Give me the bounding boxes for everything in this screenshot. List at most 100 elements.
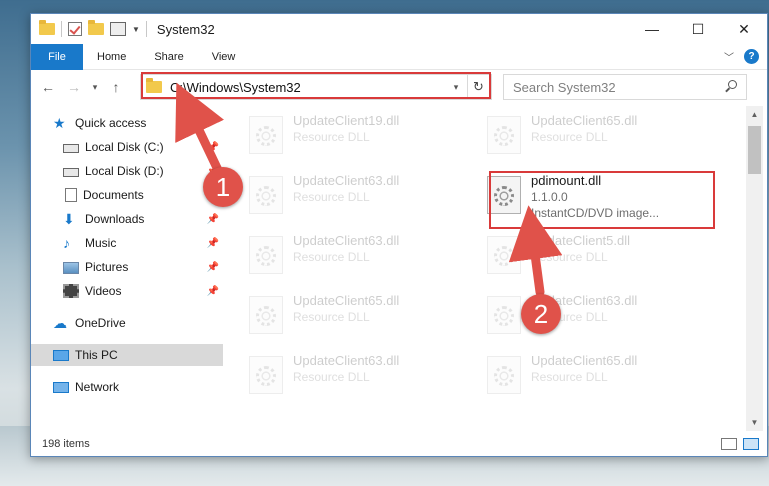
file-type: Resource DLL bbox=[293, 370, 370, 384]
search-box[interactable] bbox=[503, 74, 747, 100]
scroll-thumb[interactable] bbox=[748, 126, 761, 174]
search-input[interactable] bbox=[513, 79, 713, 95]
up-button[interactable]: ↑ bbox=[103, 79, 129, 95]
new-folder-icon[interactable] bbox=[88, 20, 104, 35]
file-tile[interactable]: UpdateClient65.dll Resource DLL bbox=[465, 350, 691, 406]
vertical-scrollbar[interactable]: ▲ ▼ bbox=[746, 106, 763, 431]
tab-view[interactable]: View bbox=[198, 44, 250, 70]
sidebar-item-label: Pictures bbox=[85, 260, 129, 274]
sidebar-item-this-pc[interactable]: This PC bbox=[31, 344, 223, 366]
file-name: UpdateClient65.dll bbox=[531, 353, 638, 368]
file-name: UpdateClient63.dll bbox=[293, 233, 400, 248]
file-type: Resource DLL bbox=[293, 310, 370, 324]
toolbar-divider bbox=[145, 21, 147, 37]
item-count: 198 items bbox=[42, 438, 90, 450]
sidebar-item-label: Videos bbox=[85, 284, 122, 298]
gear-icon bbox=[256, 246, 276, 266]
file-tile[interactable]: UpdateClient65.dll Resource DLL bbox=[227, 290, 453, 346]
sidebar-item-onedrive[interactable]: ☁ OneDrive bbox=[31, 312, 223, 334]
sidebar-item-local-disk-c[interactable]: Local Disk (C:) 📌 bbox=[31, 136, 223, 158]
search-icon[interactable] bbox=[724, 80, 738, 94]
step-1-badge: 1 bbox=[203, 167, 243, 207]
file-name: UpdateClient65.dll bbox=[531, 113, 638, 128]
sidebar-item-documents[interactable]: Documents 📌 bbox=[31, 184, 223, 206]
gear-icon bbox=[494, 366, 514, 386]
file-name: UpdateClient65.dll bbox=[293, 293, 400, 308]
ribbon-right: ﹀ ? bbox=[724, 49, 767, 64]
help-icon[interactable]: ? bbox=[744, 49, 759, 64]
customize-toolbar-icon[interactable] bbox=[110, 22, 126, 36]
forward-button[interactable]: → bbox=[61, 79, 87, 95]
pc-icon bbox=[53, 350, 69, 361]
pin-icon[interactable]: 📌 bbox=[207, 214, 219, 225]
properties-check-icon[interactable] bbox=[68, 22, 82, 36]
toolbar-dropdown-icon[interactable]: ▼ bbox=[132, 25, 140, 34]
step-2-badge: 2 bbox=[521, 294, 561, 334]
sidebar-item-label: OneDrive bbox=[75, 316, 126, 330]
dll-file-icon bbox=[249, 296, 283, 334]
tab-home[interactable]: Home bbox=[83, 44, 140, 70]
videos-icon bbox=[63, 284, 79, 298]
sidebar-item-quick-access[interactable]: ★ Quick access bbox=[31, 112, 223, 134]
minimize-button[interactable]: — bbox=[629, 14, 675, 44]
sidebar-item-network[interactable]: Network bbox=[31, 376, 223, 398]
file-type: Resource DLL bbox=[531, 370, 608, 384]
close-button[interactable]: ✕ bbox=[721, 14, 767, 44]
sidebar-item-music[interactable]: ♪ Music 📌 bbox=[31, 232, 223, 254]
file-tile[interactable]: UpdateClient63.dll Resource DLL bbox=[227, 170, 453, 226]
dll-file-icon bbox=[249, 356, 283, 394]
file-name: UpdateClient63.dll bbox=[293, 173, 400, 188]
sidebar-item-pictures[interactable]: Pictures 📌 bbox=[31, 256, 223, 278]
sidebar-item-local-disk-d[interactable]: Local Disk (D:) 📌 bbox=[31, 160, 223, 182]
expand-ribbon-chevron-icon[interactable]: ﹀ bbox=[724, 49, 734, 64]
pin-icon[interactable]: 📌 bbox=[207, 142, 219, 153]
gear-icon bbox=[494, 246, 514, 266]
dll-file-icon bbox=[487, 356, 521, 394]
file-tile[interactable]: UpdateClient65.dll Resource DLL bbox=[465, 110, 691, 166]
back-button[interactable]: ← bbox=[35, 79, 61, 95]
dll-file-icon bbox=[249, 176, 283, 214]
drive-icon bbox=[63, 144, 79, 153]
gear-icon bbox=[494, 126, 514, 146]
tab-share[interactable]: Share bbox=[140, 44, 197, 70]
pictures-icon bbox=[63, 261, 79, 274]
ribbon-tabs: File Home Share View ﹀ ? bbox=[31, 43, 767, 70]
sidebar-item-downloads[interactable]: ⬇ Downloads 📌 bbox=[31, 208, 223, 230]
sidebar-item-label: Local Disk (D:) bbox=[85, 164, 164, 178]
file-tile[interactable]: UpdateClient63.dll Resource DLL bbox=[465, 290, 691, 346]
recent-locations-chevron-icon[interactable]: ▾ bbox=[87, 82, 103, 93]
window-title: System32 bbox=[156, 21, 215, 37]
pin-icon[interactable]: 📌 bbox=[207, 238, 219, 249]
sidebar-item-label: Music bbox=[85, 236, 117, 250]
sidebar-item-label: Network bbox=[75, 380, 120, 394]
dll-file-icon bbox=[487, 236, 521, 274]
tab-file[interactable]: File bbox=[31, 43, 83, 70]
file-tile[interactable]: UpdateClient5.dll Resource DLL bbox=[465, 230, 691, 286]
file-explorer-window: ▼ System32 — ☐ ✕ File Home Share View ﹀ … bbox=[30, 13, 768, 457]
music-icon: ♪ bbox=[63, 235, 70, 251]
file-tile[interactable]: UpdateClient63.dll Resource DLL bbox=[227, 230, 453, 286]
download-icon: ⬇ bbox=[63, 211, 75, 227]
gear-icon bbox=[256, 366, 276, 386]
toolbar-divider bbox=[61, 21, 62, 37]
scroll-up-icon[interactable]: ▲ bbox=[746, 106, 763, 123]
details-view-icon[interactable] bbox=[721, 438, 737, 450]
maximize-button[interactable]: ☐ bbox=[675, 14, 721, 44]
file-name: UpdateClient63.dll bbox=[293, 353, 400, 368]
pin-icon[interactable]: 📌 bbox=[207, 286, 219, 297]
file-type: Resource DLL bbox=[293, 190, 370, 204]
scroll-down-icon[interactable]: ▼ bbox=[746, 414, 763, 431]
gear-icon bbox=[256, 306, 276, 326]
file-name: UpdateClient5.dll bbox=[531, 233, 631, 248]
file-tile[interactable]: UpdateClient63.dll Resource DLL bbox=[227, 350, 453, 406]
title-bar: ▼ System32 — ☐ ✕ bbox=[31, 14, 767, 44]
sidebar-item-videos[interactable]: Videos 📌 bbox=[31, 280, 223, 302]
dll-file-icon bbox=[487, 116, 521, 154]
window-controls: — ☐ ✕ bbox=[629, 14, 767, 44]
tiles-view-icon[interactable] bbox=[743, 438, 759, 450]
file-name: UpdateClient19.dll bbox=[293, 113, 400, 128]
pin-icon[interactable]: 📌 bbox=[207, 262, 219, 273]
quick-access-toolbar: ▼ bbox=[31, 20, 147, 37]
file-tile[interactable]: UpdateClient19.dll Resource DLL bbox=[227, 110, 453, 166]
gear-icon bbox=[256, 126, 276, 146]
